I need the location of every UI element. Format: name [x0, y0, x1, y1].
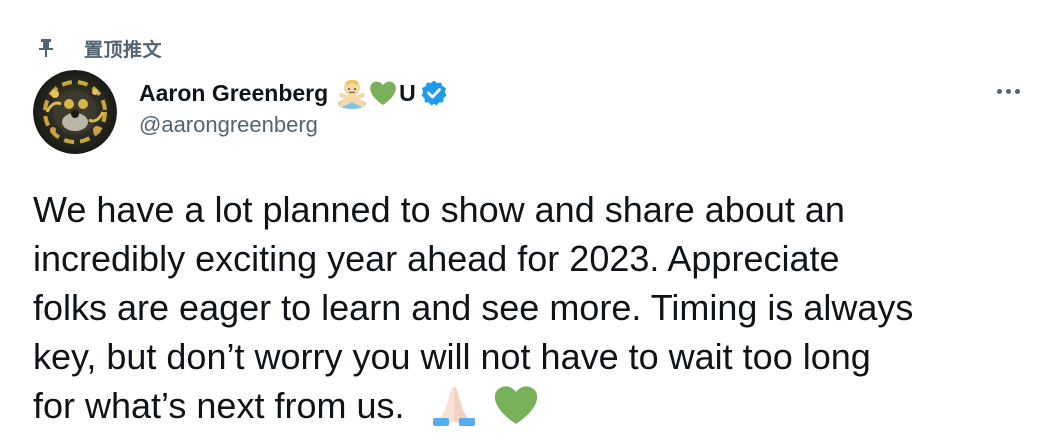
pinned-indicator: 置顶推文: [36, 34, 162, 62]
author-row: Aaron Greenberg U: [139, 76, 448, 110]
more-dot: [1005, 88, 1011, 94]
verified-badge-icon: [420, 79, 448, 107]
more-horizontal-icon: [996, 88, 1002, 94]
green-heart-emoji: [491, 382, 541, 438]
tweet-line-last: for what’s next from us.: [33, 381, 1033, 438]
folded-hands-emoji: [429, 382, 479, 438]
display-name-suffix: U: [399, 79, 416, 106]
more-options-button[interactable]: [986, 76, 1030, 106]
pinned-label: 置顶推文: [84, 38, 163, 61]
tweet-line-text: for what’s next from us.: [33, 385, 405, 426]
green-heart-emoji: [368, 78, 398, 108]
avatar[interactable]: [33, 70, 117, 154]
tweet-line: incredibly exciting year ahead for 2023.…: [33, 238, 840, 279]
more-dot: [1014, 88, 1020, 94]
user-handle[interactable]: @aarongreenberg: [139, 112, 318, 138]
display-name[interactable]: Aaron Greenberg: [139, 80, 328, 107]
person-gesturing-no-emoji: [336, 77, 368, 109]
tweet-line: We have a lot planned to show and share …: [33, 189, 845, 230]
pin-icon: [36, 36, 56, 60]
tweet-line: folks are eager to learn and see more. T…: [33, 287, 914, 328]
tweet-text: We have a lot planned to show and share …: [33, 185, 1033, 438]
tweet-line: key, but don’t worry you will not have t…: [33, 336, 871, 377]
